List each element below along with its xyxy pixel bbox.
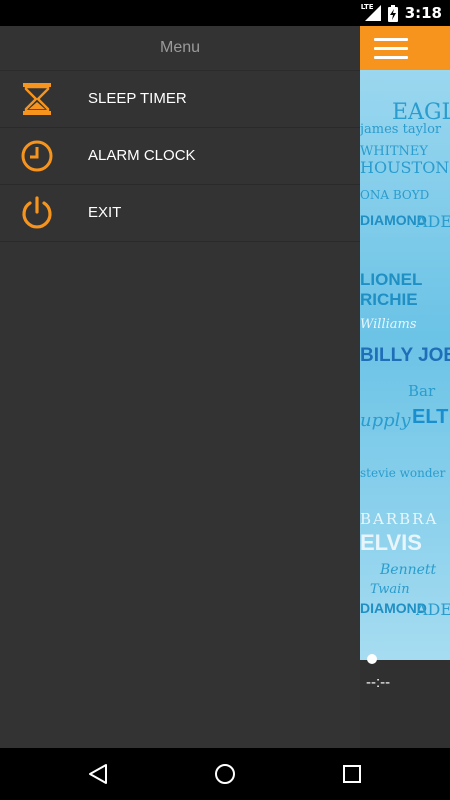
art-text: HOUSTON — [360, 158, 450, 177]
art-text: RICHIE — [360, 290, 418, 309]
navigation-drawer: Menu SLEEP TIMER ALARM CLOCK EXIT — [0, 26, 360, 748]
status-icons: LTE 3:18 — [361, 0, 442, 26]
recents-icon[interactable] — [340, 762, 364, 786]
network-type: LTE — [360, 3, 374, 11]
menu-item-label: EXIT — [88, 204, 122, 221]
menu-item-label: ALARM CLOCK — [88, 147, 196, 164]
art-text: ADE — [416, 600, 450, 619]
seek-handle[interactable] — [367, 654, 377, 664]
status-time: 3:18 — [404, 4, 442, 22]
art-text: LIONEL — [360, 270, 423, 289]
art-text: james taylor — [360, 122, 442, 137]
art-text: ELVIS — [360, 530, 422, 555]
drawer-title: Menu — [0, 26, 360, 71]
art-text: Twain — [370, 582, 410, 597]
status-bar: LTE 3:18 — [0, 0, 450, 26]
menu-item-alarm-clock[interactable]: ALARM CLOCK — [0, 128, 360, 185]
album-artwork: EAGLES james taylor WHITNEY HOUSTON ONA … — [360, 70, 450, 660]
system-nav-bar — [0, 748, 450, 800]
art-text: ADE — [416, 212, 450, 231]
power-icon — [22, 196, 52, 229]
menu-item-sleep-timer[interactable]: SLEEP TIMER — [0, 71, 360, 128]
app-bar — [360, 26, 450, 70]
battery-charging-icon — [387, 4, 398, 22]
lte-signal-icon: LTE — [360, 3, 381, 21]
art-text: BILLY JOEL — [360, 345, 450, 366]
main-content: EAGLES james taylor WHITNEY HOUSTON ONA … — [360, 26, 450, 748]
clock-icon — [21, 140, 53, 172]
art-text: stevie wonder — [360, 466, 446, 480]
art-text: Bennett — [380, 562, 437, 578]
hourglass-icon — [23, 83, 51, 115]
art-text: ELT — [412, 406, 449, 428]
art-text: ONA BOYD — [360, 188, 430, 202]
art-text: Williams — [360, 317, 417, 332]
back-icon[interactable] — [86, 762, 110, 786]
art-text: Bar — [408, 382, 436, 400]
menu-item-exit[interactable]: EXIT — [0, 185, 360, 242]
art-text: upply — [360, 410, 411, 431]
art-text: BARBRA — [360, 510, 439, 528]
time-readout: --:-- — [366, 674, 391, 691]
hamburger-menu-icon[interactable] — [374, 38, 408, 60]
home-icon[interactable] — [213, 762, 237, 786]
menu-item-label: SLEEP TIMER — [88, 90, 187, 107]
art-text: WHITNEY — [360, 144, 428, 159]
